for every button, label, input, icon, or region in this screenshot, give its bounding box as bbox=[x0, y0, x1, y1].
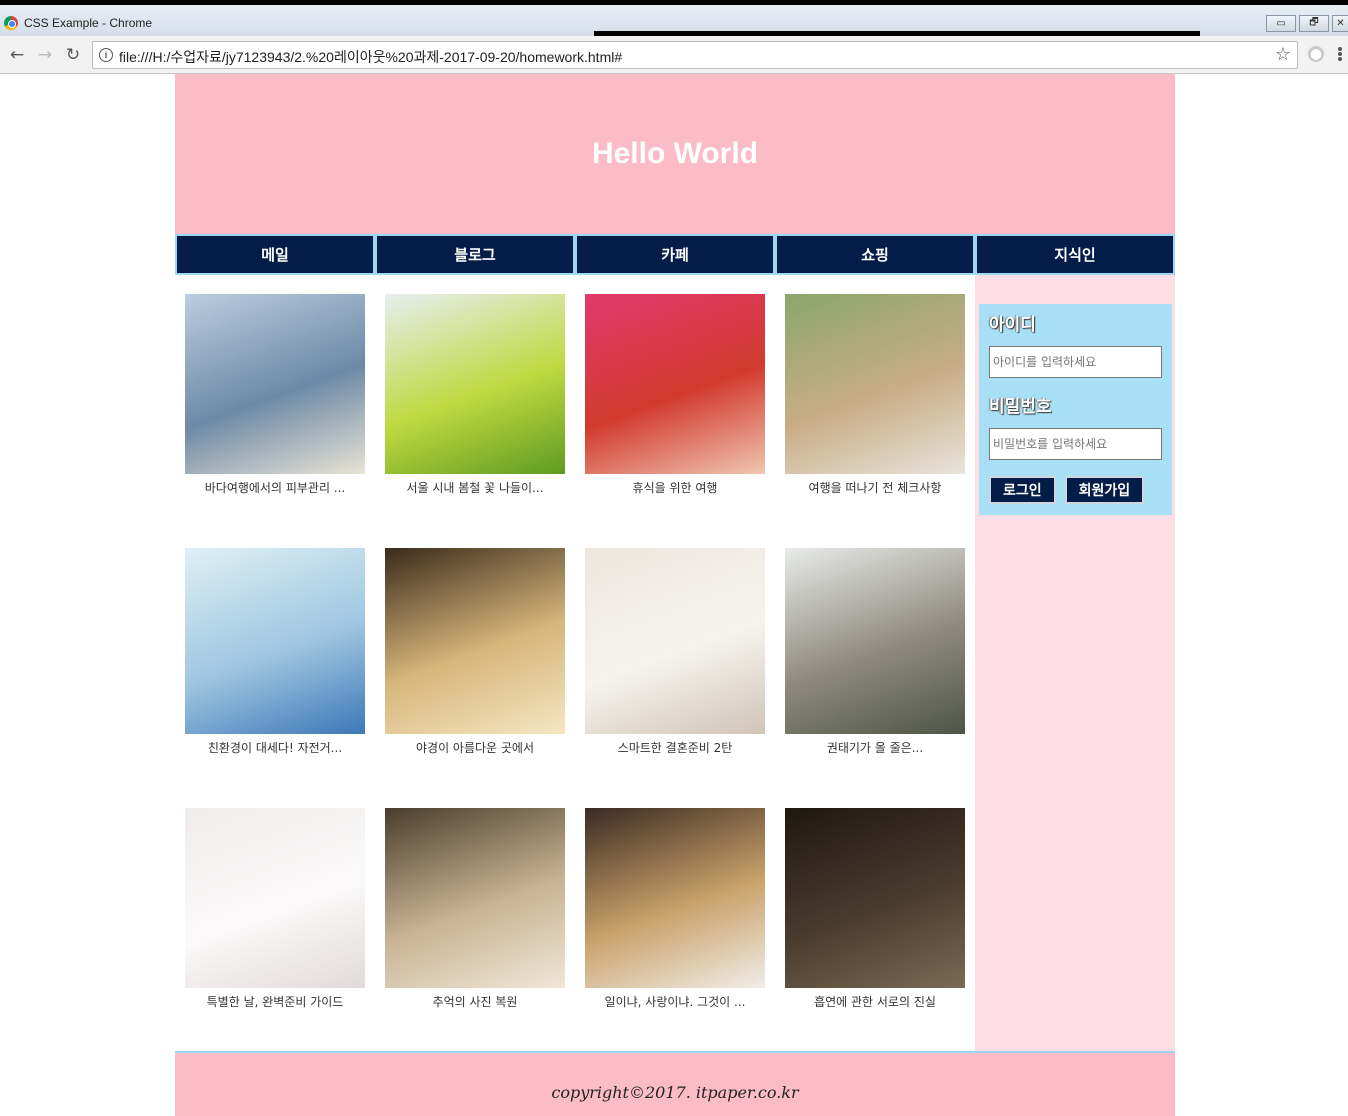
url-text[interactable]: file:///H:/수업자료/jy7123943/2.%20레이아웃%20과제… bbox=[119, 47, 622, 67]
gallery-photo[interactable] bbox=[585, 548, 765, 734]
gallery-caption[interactable]: 야경이 아름다운 곳에서 bbox=[385, 739, 565, 756]
gallery-item[interactable]: 친환경이 대세다! 자전거... bbox=[185, 548, 365, 756]
gallery-caption[interactable]: 휴식을 위한 여행 bbox=[585, 479, 765, 496]
gallery-item[interactable]: 특별한 날, 완벽준비 가이드 bbox=[185, 808, 365, 1010]
gallery-photo[interactable] bbox=[785, 808, 965, 988]
gallery-item[interactable]: 흡연에 관한 서로의 진실 bbox=[785, 808, 965, 1010]
back-arrow-icon[interactable]: ← bbox=[6, 44, 28, 66]
nav-item-knowledge[interactable]: 지식인 bbox=[975, 234, 1175, 275]
gallery-photo[interactable] bbox=[585, 294, 765, 474]
gallery-item[interactable]: 야경이 아름다운 곳에서 bbox=[385, 548, 565, 756]
gallery-item[interactable]: 바다여행에서의 피부관리 ... bbox=[185, 294, 365, 496]
gallery-photo[interactable] bbox=[785, 548, 965, 734]
page-header: Hello World bbox=[175, 74, 1175, 234]
extension-icon[interactable]: ⬤ bbox=[1308, 46, 1324, 62]
login-form: 아이디 비밀번호 로그인 회원가입 bbox=[979, 304, 1172, 515]
signup-button[interactable]: 회원가입 bbox=[1064, 476, 1145, 504]
page-title: Hello World bbox=[591, 137, 759, 170]
gallery-item[interactable]: 일이냐, 사랑이냐. 그것이 ... bbox=[585, 808, 765, 1010]
copyright-text: copyright©2017. itpaper.co.kr bbox=[551, 1083, 799, 1102]
nav-item-blog[interactable]: 블로그 bbox=[375, 234, 575, 275]
gallery-item[interactable]: 서울 시내 봄철 꽃 나들이... bbox=[385, 294, 565, 496]
id-input[interactable] bbox=[989, 346, 1162, 378]
gallery-item[interactable]: 추억의 사진 복원 bbox=[385, 808, 565, 1010]
close-button[interactable]: ✕ bbox=[1332, 15, 1348, 32]
address-bar[interactable]: i file:///H:/수업자료/jy7123943/2.%20레이아웃%20… bbox=[92, 41, 1298, 69]
gallery-caption[interactable]: 친환경이 대세다! 자전거... bbox=[185, 739, 365, 756]
gallery-photo[interactable] bbox=[585, 808, 765, 988]
nav-item-mail[interactable]: 메일 bbox=[175, 234, 375, 275]
forward-arrow-icon[interactable]: → bbox=[34, 44, 56, 66]
window-title: CSS Example - Chrome bbox=[24, 16, 153, 30]
gallery-caption[interactable]: 권태기가 올 줄은... bbox=[785, 739, 965, 756]
gallery-caption[interactable]: 흡연에 관한 서로의 진실 bbox=[785, 993, 965, 1010]
browser-toolbar: ← → ↻ i file:///H:/수업자료/jy7123943/2.%20레… bbox=[0, 36, 1348, 74]
main-nav: 메일 블로그 카페 쇼핑 지식인 bbox=[175, 234, 1175, 275]
gallery-item[interactable]: 권태기가 올 줄은... bbox=[785, 548, 965, 756]
reload-icon[interactable]: ↻ bbox=[62, 44, 84, 66]
gallery-photo[interactable] bbox=[785, 294, 965, 474]
browser-titlebar: CSS Example - Chrome ▭ 🗗 ✕ bbox=[0, 0, 1348, 36]
nav-item-cafe[interactable]: 카페 bbox=[575, 234, 775, 275]
gallery-caption[interactable]: 특별한 날, 완벽준비 가이드 bbox=[185, 993, 365, 1010]
restore-button[interactable]: 🗗 bbox=[1299, 15, 1329, 32]
sidebar: 아이디 비밀번호 로그인 회원가입 bbox=[975, 275, 1175, 1051]
gallery-photo[interactable] bbox=[185, 808, 365, 988]
password-label: 비밀번호 bbox=[989, 397, 1052, 417]
window-controls: ▭ 🗗 ✕ bbox=[1266, 15, 1348, 32]
gallery-caption[interactable]: 추억의 사진 복원 bbox=[385, 993, 565, 1010]
gallery-photo[interactable] bbox=[385, 808, 565, 988]
login-button-row: 로그인 회원가입 bbox=[989, 476, 1162, 504]
gallery-caption[interactable]: 스마트한 결혼준비 2탄 bbox=[585, 739, 765, 756]
nav-item-shopping[interactable]: 쇼핑 bbox=[775, 234, 975, 275]
minimize-button[interactable]: ▭ bbox=[1266, 15, 1296, 32]
gallery-photo[interactable] bbox=[385, 294, 565, 474]
gallery: 바다여행에서의 피부관리 ... 서울 시내 봄철 꽃 나들이... 휴식을 위한 … bbox=[175, 275, 975, 1051]
login-button[interactable]: 로그인 bbox=[989, 476, 1056, 504]
gallery-photo[interactable] bbox=[185, 294, 365, 474]
info-icon[interactable]: i bbox=[99, 48, 113, 62]
password-input[interactable] bbox=[989, 428, 1162, 460]
chrome-logo-icon bbox=[4, 16, 18, 30]
browser-menu-icon[interactable] bbox=[1338, 44, 1344, 64]
gallery-photo[interactable] bbox=[385, 548, 565, 734]
gallery-caption[interactable]: 일이냐, 사랑이냐. 그것이 ... bbox=[585, 993, 765, 1010]
gallery-photo[interactable] bbox=[185, 548, 365, 734]
page-wrapper: Hello World 메일 블로그 카페 쇼핑 지식인 바다여행에서의 피부관… bbox=[175, 74, 1175, 1116]
gallery-item[interactable]: 여행을 떠나기 전 체크사항 bbox=[785, 294, 965, 496]
gallery-caption[interactable]: 바다여행에서의 피부관리 ... bbox=[185, 479, 365, 496]
gallery-caption[interactable]: 여행을 떠나기 전 체크사항 bbox=[785, 479, 965, 496]
page-footer: copyright©2017. itpaper.co.kr bbox=[175, 1051, 1175, 1116]
bookmark-star-icon[interactable]: ☆ bbox=[1275, 44, 1291, 65]
browser-tab[interactable]: CSS Example - Chrome bbox=[4, 13, 152, 33]
gallery-caption[interactable]: 서울 시내 봄철 꽃 나들이... bbox=[385, 479, 565, 496]
gallery-item[interactable]: 스마트한 결혼준비 2탄 bbox=[585, 548, 765, 756]
gallery-item[interactable]: 휴식을 위한 여행 bbox=[585, 294, 765, 496]
id-label: 아이디 bbox=[989, 315, 1036, 335]
